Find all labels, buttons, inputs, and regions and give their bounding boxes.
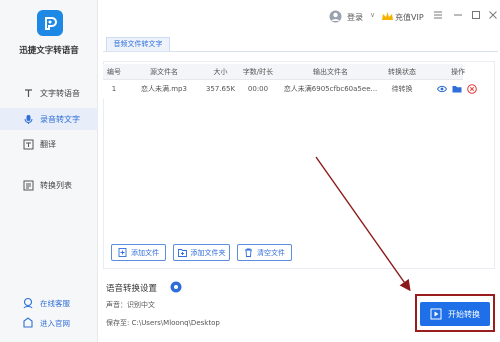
- sidebar-item-label: 录音转文字: [40, 114, 80, 124]
- sidebar-item-label: 翻译: [40, 139, 56, 149]
- header-status: 转换状态: [388, 68, 416, 76]
- header-operations: 操作: [451, 68, 465, 76]
- add-folder-label: 添加文件夹: [190, 248, 226, 257]
- recharge-vip-button[interactable]: 充值VIP: [395, 12, 424, 23]
- clear-files-label: 清空文件: [257, 248, 285, 257]
- preview-eye-icon[interactable]: [436, 84, 448, 94]
- sidebar-item-translate[interactable]: 翻译: [0, 133, 98, 155]
- header-duration: 字数/时长: [242, 68, 274, 76]
- online-service-link[interactable]: 在线客服: [22, 297, 70, 309]
- login-button[interactable]: 登录: [347, 12, 363, 23]
- start-convert-label: 开始转换: [448, 309, 480, 319]
- tab-audio-to-text[interactable]: 音频文件转文字: [106, 37, 170, 51]
- conversion-settings-title: 语音转换设置: [106, 284, 158, 294]
- row-operations: [436, 84, 477, 94]
- add-file-icon: [118, 248, 127, 257]
- close-icon[interactable]: [487, 9, 499, 21]
- sidebar-item-label: 文字转语音: [40, 88, 80, 98]
- online-service-label: 在线客服: [40, 298, 70, 308]
- trash-icon: [244, 248, 253, 257]
- sidebar-item-speech-to-text[interactable]: 录音转文字: [0, 108, 98, 130]
- table-row[interactable]: 1 恋人未满.mp3 357.65K 00:00 恋人未满6905cfbc60a…: [103, 80, 477, 99]
- add-folder-icon: [177, 248, 187, 257]
- folder-icon[interactable]: [452, 84, 462, 94]
- microphone-icon: [22, 113, 34, 125]
- app-title: 迅捷文字转语音: [19, 46, 79, 56]
- cell-source: 恋人未满.mp3: [141, 85, 187, 93]
- text-to-speech-icon: [22, 87, 34, 99]
- translate-icon: [22, 138, 34, 150]
- play-icon: [430, 308, 442, 320]
- maximize-icon[interactable]: [470, 9, 482, 21]
- cell-output: 恋人未满6905cfbc60a5ee...: [283, 85, 378, 93]
- header-output: 输出文件名: [313, 68, 348, 76]
- cell-duration: 00:00: [247, 85, 269, 93]
- delete-icon[interactable]: [467, 84, 477, 94]
- app-logo-icon: [37, 10, 63, 36]
- minimize-icon[interactable]: [452, 9, 464, 21]
- cell-size: 357.65K: [205, 85, 236, 93]
- add-file-label: 添加文件: [131, 248, 159, 257]
- sidebar-item-text-to-speech[interactable]: 文字转语音: [0, 82, 98, 104]
- chevron-down-icon[interactable]: ∨: [370, 11, 375, 19]
- header-size: 大小: [213, 68, 228, 76]
- voice-setting: 声音：识别中文: [106, 301, 155, 309]
- gear-icon[interactable]: [170, 281, 182, 293]
- website-icon: [22, 317, 34, 329]
- sidebar-item-convert-list[interactable]: 转换列表: [0, 174, 98, 196]
- header-no: 编号: [107, 68, 121, 76]
- header-source: 源文件名: [150, 68, 178, 76]
- cell-status: 待转换: [391, 85, 413, 93]
- save-path-setting[interactable]: 保存至: C:\Users\Mloonq\Desktop: [106, 318, 220, 328]
- official-website-label: 进入官网: [40, 318, 70, 328]
- sidebar: 迅捷文字转语音 文字转语音 录音转文字 翻译 转换列表 在线客服 进入官网: [0, 0, 98, 342]
- clear-files-button[interactable]: 清空文件: [237, 244, 292, 261]
- sidebar-item-label: 转换列表: [40, 180, 72, 190]
- list-icon: [22, 179, 34, 191]
- tab-divider: [103, 51, 498, 52]
- table-header: 编号 源文件名 大小 字数/时长 输出文件名 转换状态 操作: [103, 64, 465, 80]
- add-file-button[interactable]: 添加文件: [111, 244, 166, 261]
- user-avatar-icon[interactable]: [329, 10, 342, 25]
- start-convert-button[interactable]: 开始转换: [420, 302, 490, 326]
- menu-icon[interactable]: [432, 9, 444, 21]
- official-website-link[interactable]: 进入官网: [22, 317, 70, 329]
- cell-no: 1: [111, 85, 117, 93]
- customer-service-icon: [22, 297, 34, 309]
- add-folder-button[interactable]: 添加文件夹: [173, 244, 230, 261]
- title-bar: 登录 ∨ 充值VIP: [98, 0, 500, 32]
- vip-crown-icon: [381, 10, 394, 25]
